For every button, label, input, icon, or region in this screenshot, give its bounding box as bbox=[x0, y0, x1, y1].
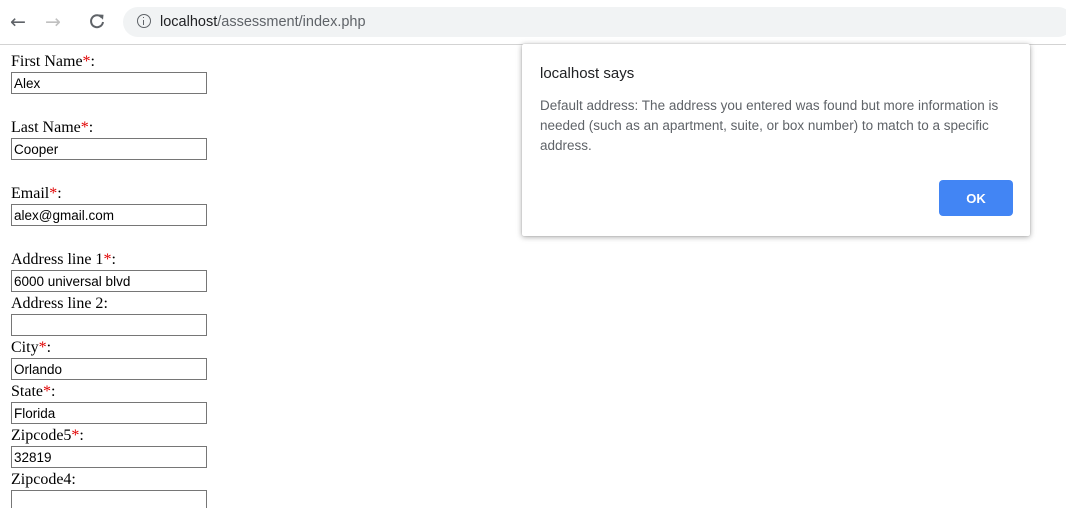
url-path: /assessment/index.php bbox=[217, 14, 366, 30]
ok-button[interactable]: OK bbox=[939, 180, 1013, 216]
required-mark: * bbox=[82, 53, 91, 70]
first-name-input[interactable] bbox=[11, 72, 207, 94]
dialog-title: localhost says bbox=[540, 65, 635, 82]
email-field: Email*: bbox=[11, 185, 207, 226]
zipcode4-field: Zipcode4: bbox=[11, 471, 207, 508]
required-mark: * bbox=[38, 339, 47, 356]
forward-arrow-icon[interactable]: → bbox=[41, 10, 65, 34]
alert-dialog: localhost says Default address: The addr… bbox=[522, 44, 1030, 236]
last-name-input[interactable] bbox=[11, 138, 207, 160]
first-name-label: First Name*: bbox=[11, 53, 95, 70]
zipcode4-input[interactable] bbox=[11, 490, 207, 508]
last-name-label: Last Name*: bbox=[11, 119, 94, 136]
back-arrow-icon[interactable]: ← bbox=[6, 10, 30, 34]
address-line-1-field: Address line 1*: bbox=[11, 251, 207, 292]
address-line-1-label: Address line 1*: bbox=[11, 251, 116, 268]
zipcode5-label: Zipcode5*: bbox=[11, 427, 84, 444]
last-name-field: Last Name*: bbox=[11, 119, 207, 160]
address-line-1-input[interactable] bbox=[11, 270, 207, 292]
reload-icon[interactable] bbox=[85, 10, 109, 34]
zipcode5-field: Zipcode5*: bbox=[11, 427, 207, 468]
state-label: State*: bbox=[11, 383, 56, 400]
city-label: City*: bbox=[11, 339, 52, 356]
browser-toolbar: ← → localhost/assessment/index.php bbox=[0, 0, 1066, 45]
email-label: Email*: bbox=[11, 185, 62, 202]
required-mark: * bbox=[80, 119, 89, 136]
url-host: localhost bbox=[160, 14, 218, 30]
zipcode5-input[interactable] bbox=[11, 446, 207, 468]
state-field: State*: bbox=[11, 383, 207, 424]
state-input[interactable] bbox=[11, 402, 207, 424]
url-text: localhost/assessment/index.php bbox=[160, 7, 366, 37]
dialog-message: Default address: The address you entered… bbox=[540, 98, 999, 153]
required-mark: * bbox=[43, 383, 51, 400]
address-line-2-field: Address line 2: bbox=[11, 295, 207, 336]
city-field: City*: bbox=[11, 339, 207, 380]
city-input[interactable] bbox=[11, 358, 207, 380]
email-input[interactable] bbox=[11, 204, 207, 226]
address-line-2-label: Address line 2: bbox=[11, 295, 108, 312]
address-line-2-input[interactable] bbox=[11, 314, 207, 336]
zipcode4-label: Zipcode4: bbox=[11, 471, 76, 488]
info-icon[interactable] bbox=[137, 14, 151, 28]
first-name-field: First Name*: bbox=[11, 53, 207, 94]
address-bar[interactable]: localhost/assessment/index.php bbox=[123, 7, 1066, 37]
